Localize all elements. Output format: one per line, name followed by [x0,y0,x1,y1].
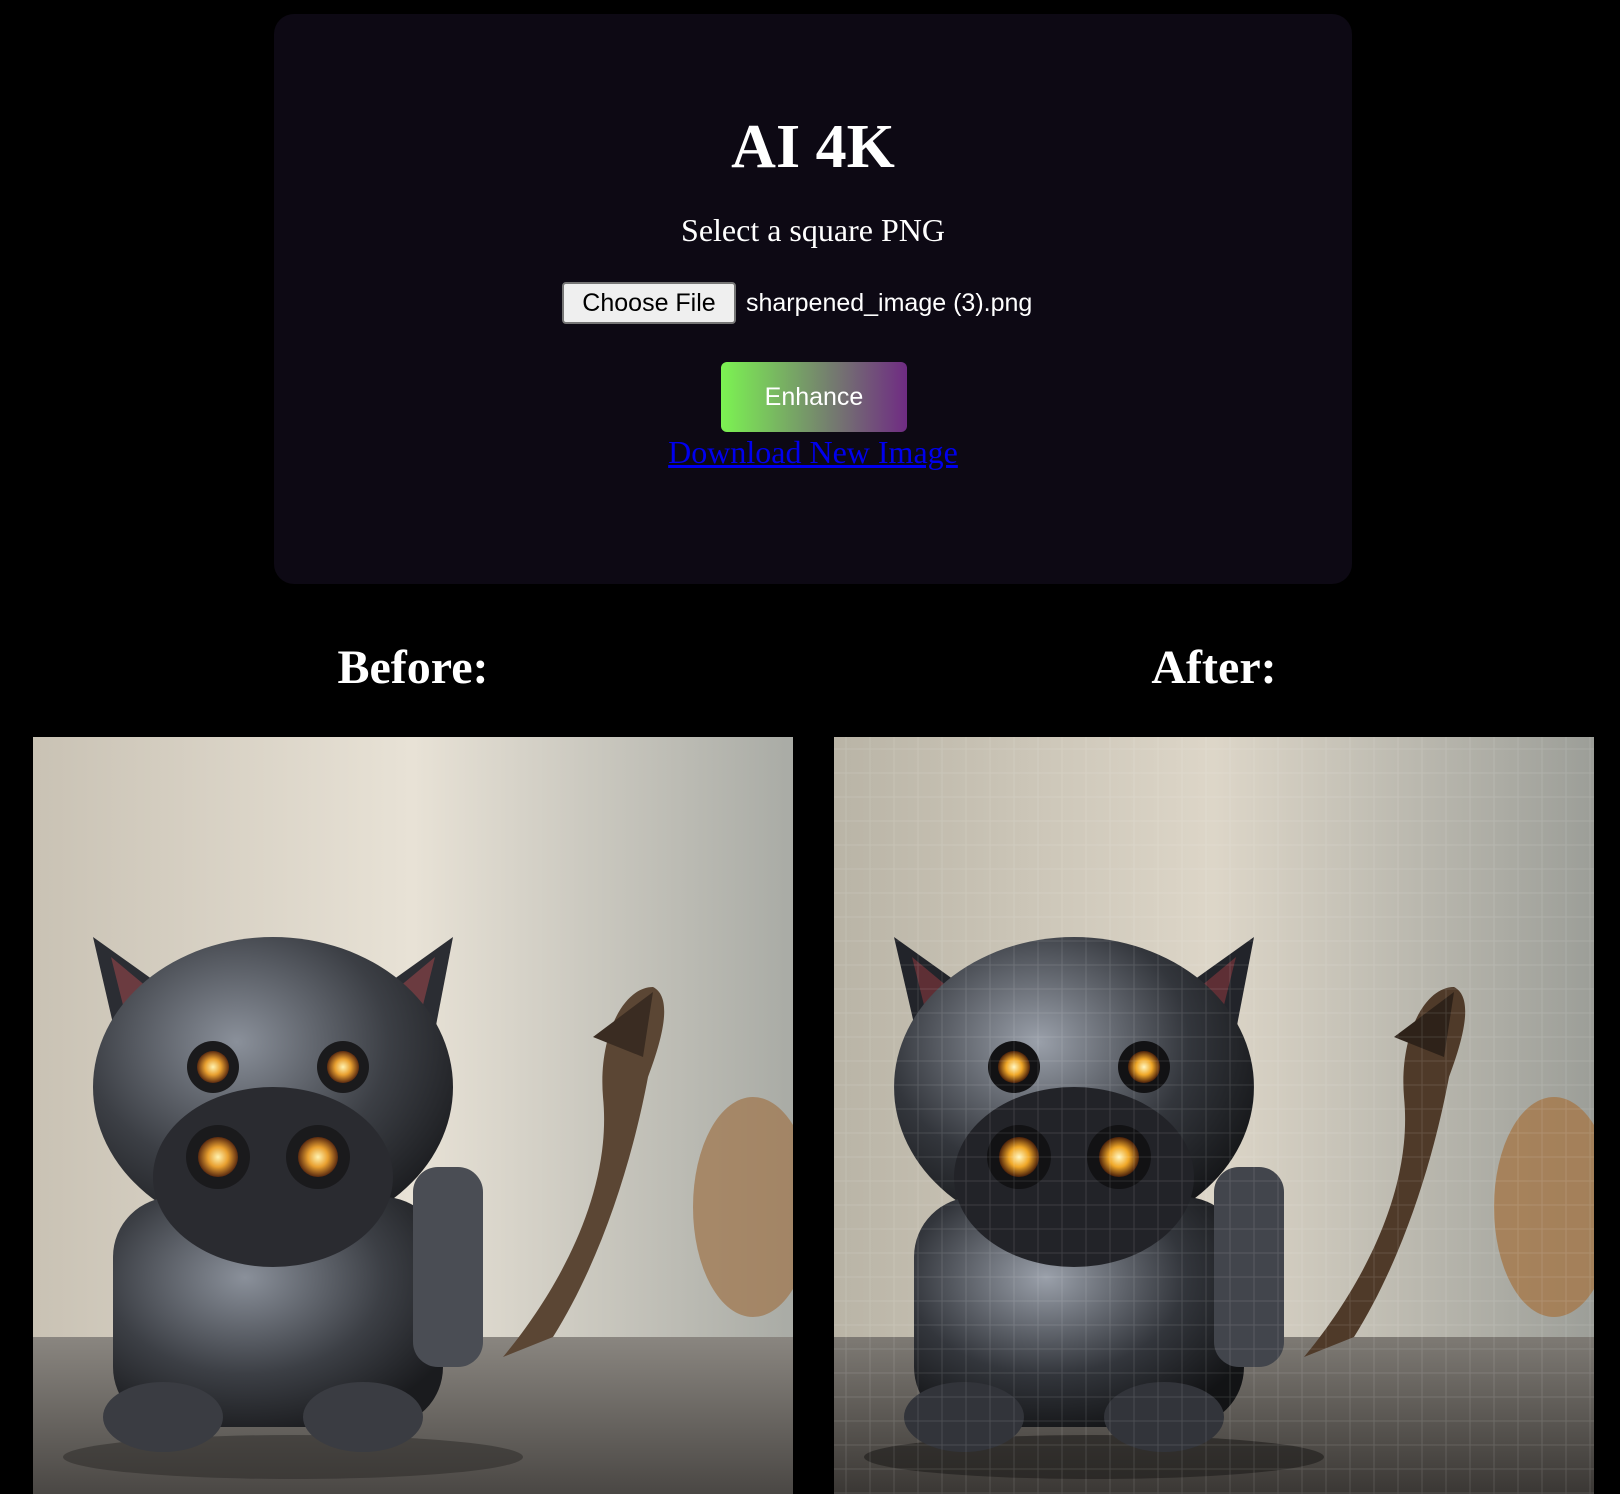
page-title: AI 4K [731,113,895,181]
download-new-image-link[interactable]: Download New Image [668,434,958,470]
choose-file-button[interactable]: Choose File [562,282,736,324]
before-label: Before: [337,641,489,694]
upload-card: AI 4K Select a square PNG Choose File sh… [274,14,1352,584]
after-label: After: [1151,641,1277,694]
subtitle: Select a square PNG [681,212,945,248]
after-robot-cat-photo [834,737,1594,1494]
file-input[interactable]: Choose File sharpened_image (3).png [562,282,1032,324]
before-image [33,737,793,1494]
enhance-button[interactable]: Enhance [721,362,907,432]
download-link-container: Download New Image [274,432,1352,472]
after-image [834,737,1594,1494]
before-robot-cat-photo [33,737,793,1494]
selected-file-name: sharpened_image (3).png [746,288,1033,317]
